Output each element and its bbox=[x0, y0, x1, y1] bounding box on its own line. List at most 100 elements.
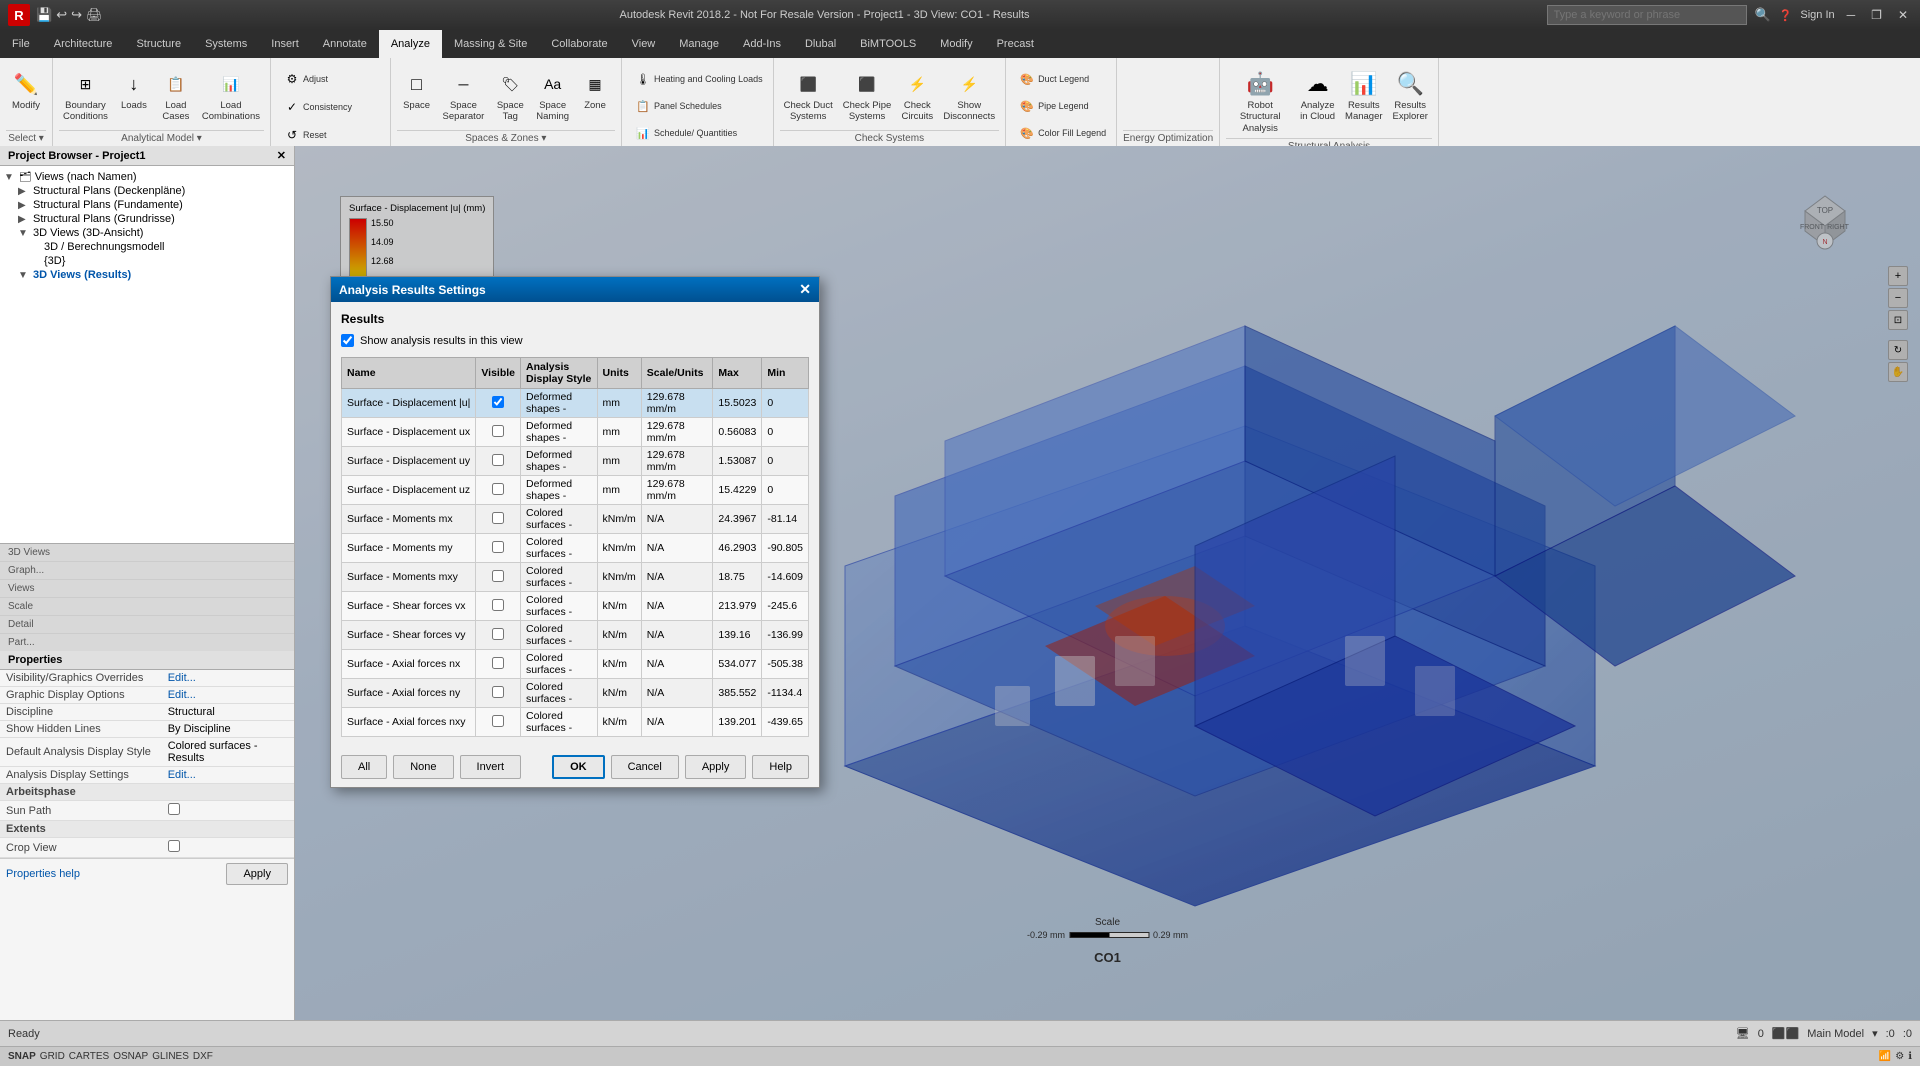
results-row-11[interactable]: Surface - Axial forces nxy Colored surfa… bbox=[342, 708, 809, 737]
cell-visible[interactable] bbox=[476, 476, 521, 505]
undo-icon[interactable]: ↩ bbox=[56, 7, 67, 23]
tab-modify[interactable]: Modify bbox=[928, 30, 984, 58]
restore-btn[interactable]: ❐ bbox=[1867, 6, 1886, 24]
consistency-btn[interactable]: ✓ Consistency bbox=[277, 94, 356, 120]
help-icon[interactable]: ❓ bbox=[1779, 9, 1793, 22]
cell-visible[interactable] bbox=[476, 418, 521, 447]
tree-3d-views-results[interactable]: ▼ 3D Views (Results) bbox=[18, 268, 290, 282]
color-fill-legend-btn[interactable]: 🎨 Color Fill Legend bbox=[1012, 120, 1110, 146]
tab-massing[interactable]: Massing & Site bbox=[442, 30, 539, 58]
show-disconnects-btn[interactable]: ⚡ ShowDisconnects bbox=[939, 66, 999, 125]
3d-views-tab[interactable]: 3D Views bbox=[0, 544, 294, 562]
tab-precast[interactable]: Precast bbox=[985, 30, 1046, 58]
tree-views-root[interactable]: ▼ 🗂 Views (nach Namen) bbox=[4, 170, 290, 184]
results-row-8[interactable]: Surface - Shear forces vy Colored surfac… bbox=[342, 621, 809, 650]
sun-path-checkbox[interactable] bbox=[168, 803, 180, 815]
tree-3d-views-3d[interactable]: ▼ 3D Views (3D-Ansicht) bbox=[18, 226, 290, 240]
cell-visible[interactable] bbox=[476, 563, 521, 592]
space-tag-btn[interactable]: 🏷 SpaceTag bbox=[490, 66, 530, 125]
load-combinations-btn[interactable]: 📊 LoadCombinations bbox=[198, 66, 264, 125]
scale-tab[interactable]: Scale bbox=[0, 598, 294, 616]
tab-dlubal[interactable]: Dlubal bbox=[793, 30, 848, 58]
modify-btn[interactable]: ✏️ Modify bbox=[6, 66, 46, 113]
results-explorer-btn[interactable]: 🔍 ResultsExplorer bbox=[1389, 66, 1432, 125]
graphic-edit-btn[interactable]: Edit... bbox=[162, 687, 294, 704]
cell-visible[interactable] bbox=[476, 534, 521, 563]
cancel-btn[interactable]: Cancel bbox=[611, 755, 679, 779]
results-row-5[interactable]: Surface - Moments my Colored surfaces - … bbox=[342, 534, 809, 563]
tab-architecture[interactable]: Architecture bbox=[42, 30, 125, 58]
modal-close-btn[interactable]: ✕ bbox=[799, 281, 811, 298]
search-icon[interactable]: 🔍 bbox=[1755, 7, 1771, 23]
results-row-4[interactable]: Surface - Moments mx Colored surfaces - … bbox=[342, 505, 809, 534]
redo-icon[interactable]: ↪ bbox=[71, 7, 82, 23]
analyze-cloud-btn[interactable]: ☁ Analyzein Cloud bbox=[1296, 66, 1339, 125]
schedule-quantities-btn[interactable]: 📊 Schedule/ Quantities bbox=[628, 120, 741, 146]
results-row-9[interactable]: Surface - Axial forces nx Colored surfac… bbox=[342, 650, 809, 679]
snap-btn[interactable]: SNAP bbox=[8, 1051, 36, 1062]
tab-bimtools[interactable]: BiMTOOLS bbox=[848, 30, 928, 58]
osnap-btn[interactable]: OSNAP bbox=[113, 1051, 148, 1062]
glines-btn[interactable]: GLINES bbox=[152, 1051, 189, 1062]
pipe-legend-btn[interactable]: 🎨 Pipe Legend bbox=[1012, 93, 1093, 119]
part-tab[interactable]: Part... bbox=[0, 634, 294, 651]
check-circuits-btn[interactable]: ⚡ CheckCircuits bbox=[897, 66, 937, 125]
print-icon[interactable]: 🖨 bbox=[86, 7, 103, 23]
cell-visible[interactable] bbox=[476, 592, 521, 621]
properties-help-link[interactable]: Properties help bbox=[6, 868, 80, 880]
tab-structure[interactable]: Structure bbox=[124, 30, 193, 58]
info-icon[interactable]: ℹ bbox=[1908, 1051, 1912, 1062]
tab-collaborate[interactable]: Collaborate bbox=[539, 30, 619, 58]
zone-btn[interactable]: ▦ Zone bbox=[575, 66, 615, 113]
tab-view[interactable]: View bbox=[620, 30, 668, 58]
dxf-btn[interactable]: DXF bbox=[193, 1051, 213, 1062]
settings-icon[interactable]: ⚙ bbox=[1895, 1051, 1904, 1062]
panel-schedules-btn[interactable]: 📋 Panel Schedules bbox=[628, 93, 726, 119]
none-btn[interactable]: None bbox=[393, 755, 453, 779]
tree-structural-plans-fund[interactable]: ▶ Structural Plans (Fundamente) bbox=[18, 198, 290, 212]
robot-structural-btn[interactable]: 🤖 RobotStructural Analysis bbox=[1226, 66, 1294, 136]
visibility-edit-btn[interactable]: Edit... bbox=[162, 670, 294, 687]
cell-visible[interactable] bbox=[476, 447, 521, 476]
space-separator-btn[interactable]: ─ SpaceSeparator bbox=[439, 66, 489, 125]
reset-btn[interactable]: ↺ Reset bbox=[277, 122, 331, 146]
adjust-btn[interactable]: ⚙ Adjust bbox=[277, 66, 332, 92]
analysis-settings-edit-btn[interactable]: Edit... bbox=[162, 767, 294, 784]
results-row-2[interactable]: Surface - Displacement uy Deformed shape… bbox=[342, 447, 809, 476]
cartes-btn[interactable]: CARTES bbox=[69, 1051, 109, 1062]
help-btn[interactable]: Help bbox=[752, 755, 809, 779]
results-row-0[interactable]: Surface - Displacement |u| Deformed shap… bbox=[342, 389, 809, 418]
all-btn[interactable]: All bbox=[341, 755, 387, 779]
tab-analyze[interactable]: Analyze bbox=[379, 30, 442, 58]
results-row-6[interactable]: Surface - Moments mxy Colored surfaces -… bbox=[342, 563, 809, 592]
space-naming-btn[interactable]: Aa SpaceNaming bbox=[532, 66, 573, 125]
results-manager-btn[interactable]: 📊 ResultsManager bbox=[1341, 66, 1387, 125]
graph-tab[interactable]: Graph... bbox=[0, 562, 294, 580]
project-browser-close[interactable]: ✕ bbox=[277, 149, 286, 162]
cell-visible[interactable] bbox=[476, 621, 521, 650]
boundary-conditions-btn[interactable]: ⊞ BoundaryConditions bbox=[59, 66, 112, 125]
tab-manage[interactable]: Manage bbox=[667, 30, 731, 58]
properties-apply-btn[interactable]: Apply bbox=[226, 863, 288, 885]
results-row-3[interactable]: Surface - Displacement uz Deformed shape… bbox=[342, 476, 809, 505]
results-row-10[interactable]: Surface - Axial forces ny Colored surfac… bbox=[342, 679, 809, 708]
save-icon[interactable]: 💾 bbox=[36, 7, 52, 23]
load-cases-btn[interactable]: 📋 LoadCases bbox=[156, 66, 196, 125]
heating-cooling-btn[interactable]: 🌡 Heating and Cooling Loads bbox=[628, 66, 767, 92]
tab-insert[interactable]: Insert bbox=[259, 30, 311, 58]
tab-addins[interactable]: Add-Ins bbox=[731, 30, 793, 58]
ok-btn[interactable]: OK bbox=[552, 755, 605, 779]
results-row-7[interactable]: Surface - Shear forces vx Colored surfac… bbox=[342, 592, 809, 621]
cell-visible[interactable] bbox=[476, 389, 521, 418]
cell-visible[interactable] bbox=[476, 679, 521, 708]
results-row-1[interactable]: Surface - Displacement ux Deformed shape… bbox=[342, 418, 809, 447]
check-pipe-btn[interactable]: ⬛ Check PipeSystems bbox=[839, 66, 896, 125]
tree-3d-berechnungsmodell[interactable]: 3D / Berechnungsmodell bbox=[32, 240, 290, 254]
signin-btn[interactable]: Sign In bbox=[1800, 9, 1834, 21]
cell-visible[interactable] bbox=[476, 708, 521, 737]
show-results-checkbox[interactable] bbox=[341, 334, 354, 347]
minimize-btn[interactable]: ─ bbox=[1843, 6, 1860, 24]
tree-structural-plans-decken[interactable]: ▶ Structural Plans (Deckenpläne) bbox=[18, 184, 290, 198]
grid-btn[interactable]: GRID bbox=[40, 1051, 65, 1062]
detail-tab[interactable]: Detail bbox=[0, 616, 294, 634]
